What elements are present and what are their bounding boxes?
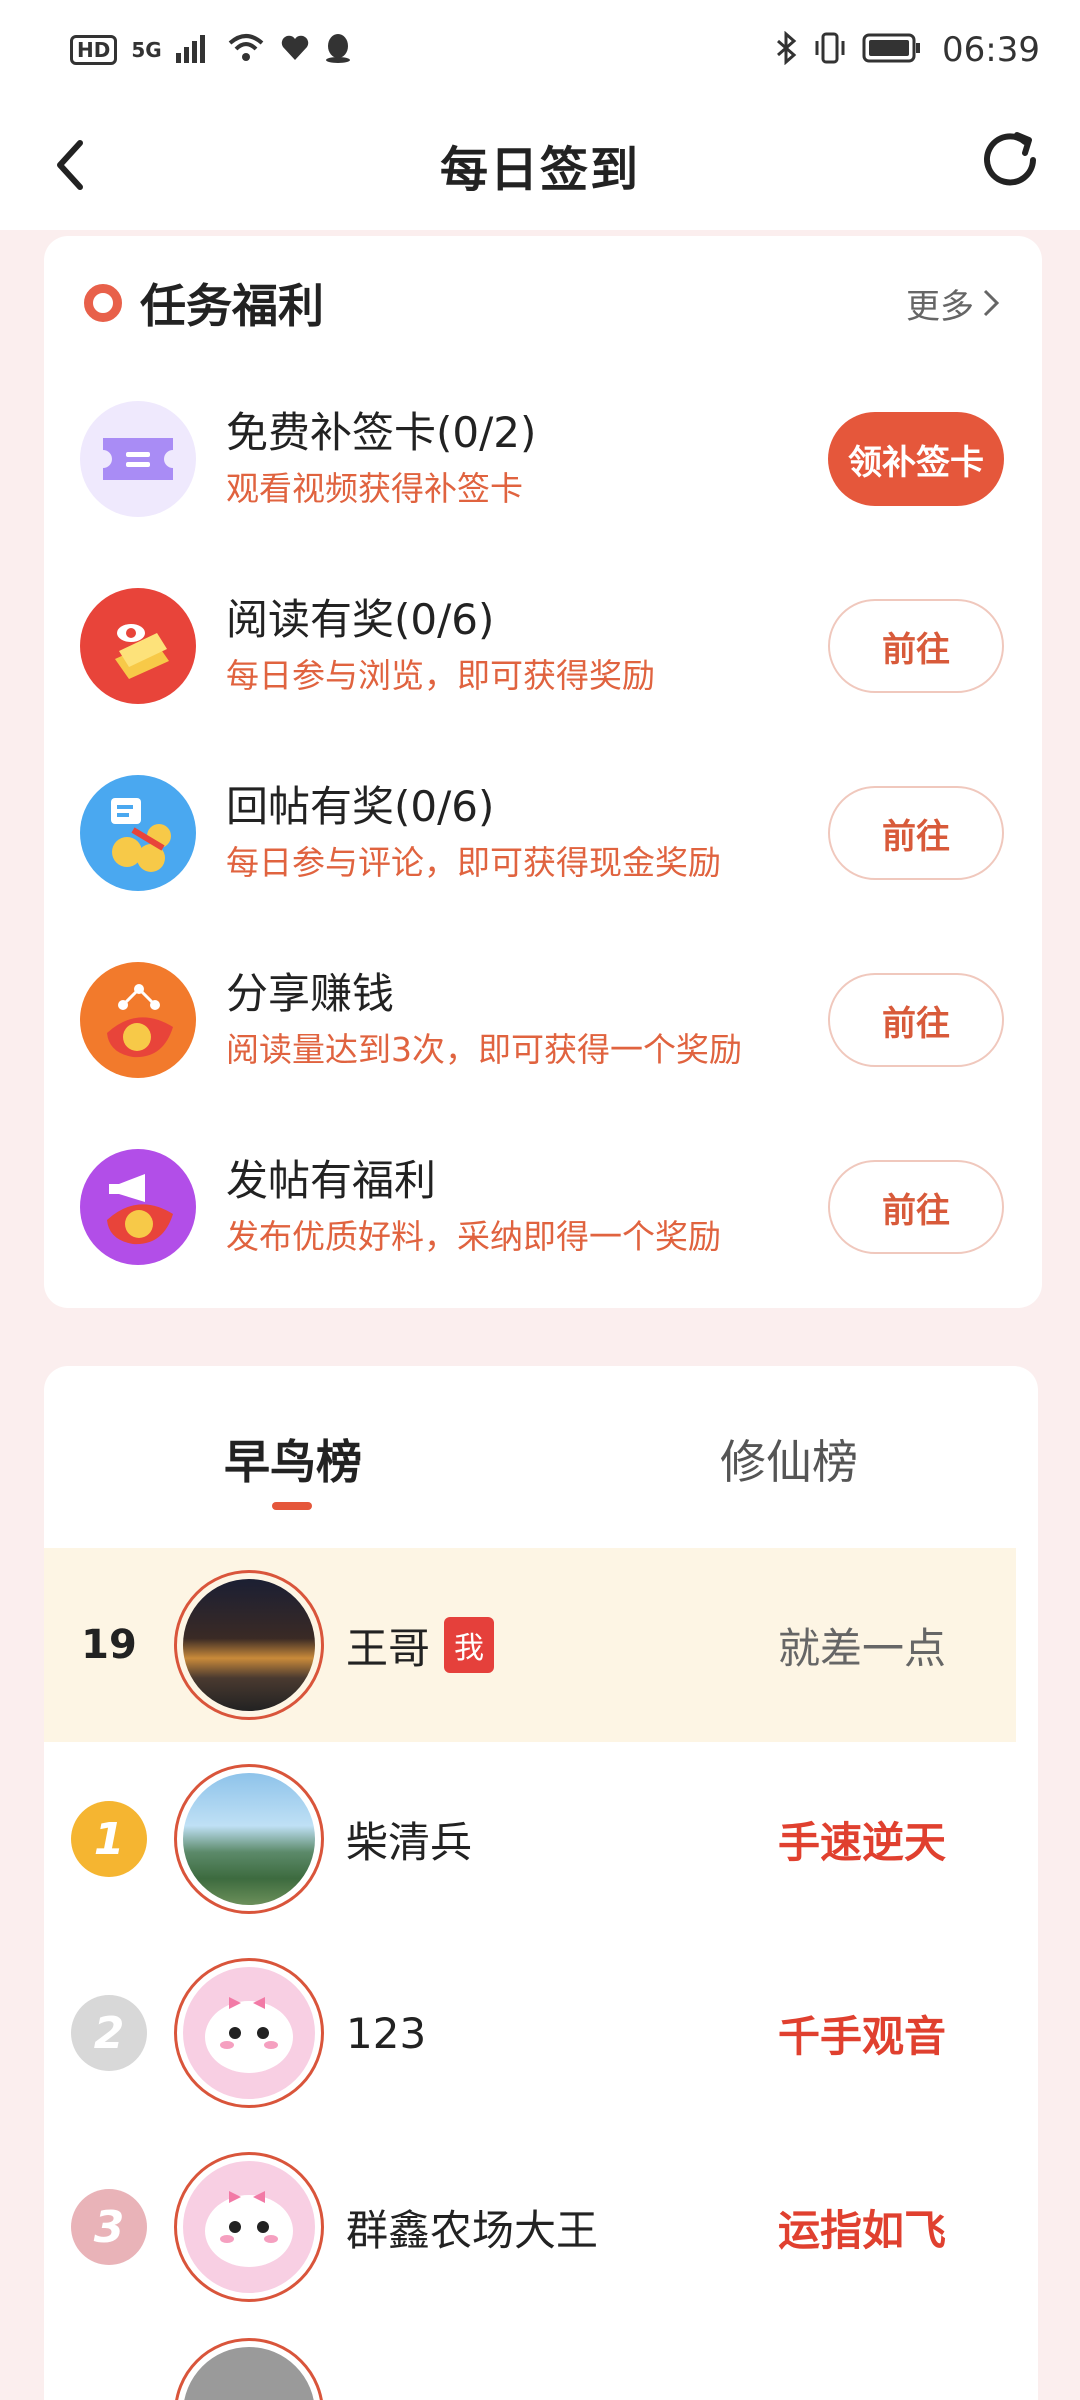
- task-item-post: 发帖有福利 发布优质好料，采纳即得一个奖励 前往: [80, 1142, 1004, 1272]
- refresh-button[interactable]: [970, 120, 1050, 200]
- my-rank-row: 19 王哥 我 就差一点: [44, 1548, 1016, 1742]
- rank-status: 运指如飞: [777, 2205, 946, 2255]
- task-text: 分享赚钱 阅读量达到3次，即可获得一个奖励: [226, 966, 828, 1074]
- task-title: 发帖有福利: [226, 1156, 437, 1205]
- rank-status: 千手观音: [777, 2011, 946, 2061]
- task-subtitle: 发布优质好料，采纳即得一个奖励: [226, 1217, 721, 1256]
- read-icon: [80, 588, 196, 704]
- share-icon: [80, 962, 196, 1078]
- rank-name: 柴清兵: [346, 1809, 472, 1870]
- qq-icon: [324, 32, 352, 68]
- me-badge: 我: [444, 1617, 495, 1673]
- silver-medal-icon: 2: [71, 1995, 147, 2071]
- ranking-card: 早鸟榜 修仙榜 19 王哥 我 就差一点 1 柴清兵 手速逆天 2 123 千手…: [44, 1366, 1038, 2400]
- tab-indicator: [272, 1502, 312, 1510]
- task-item-read: 阅读有奖(0/6) 每日参与浏览，即可获得奖励 前往: [80, 581, 1004, 711]
- task-item-share: 分享赚钱 阅读量达到3次，即可获得一个奖励 前往: [80, 955, 1004, 1085]
- task-text: 阅读有奖(0/6) 每日参与浏览，即可获得奖励: [226, 592, 828, 700]
- rank-medal-cell: 2: [44, 1995, 174, 2071]
- task-subtitle: 阅读量达到3次，即可获得一个奖励: [226, 1030, 742, 1069]
- go-button[interactable]: 前往: [828, 599, 1004, 693]
- task-title: 阅读有奖(0/6): [226, 595, 495, 644]
- back-button[interactable]: [30, 125, 110, 205]
- avatar[interactable]: [174, 1764, 324, 1914]
- avatar-image: [183, 2161, 315, 2293]
- avatar-image: [183, 1967, 315, 2099]
- avatar-image: [183, 1579, 315, 1711]
- rank-row: 1 柴清兵 手速逆天: [44, 1742, 1016, 1936]
- vibrate-icon: [812, 31, 848, 69]
- go-button[interactable]: 前往: [828, 1160, 1004, 1254]
- post-icon: [80, 1149, 196, 1265]
- rank-medal-cell: 3: [44, 2189, 174, 2265]
- signal-bars-icon: [175, 33, 212, 67]
- chevron-right-icon: [983, 289, 1000, 317]
- rank-name: 群鑫农场大王: [346, 2197, 598, 2258]
- avatar[interactable]: [174, 1570, 324, 1720]
- avatar[interactable]: [174, 1958, 324, 2108]
- rank-number: 19: [81, 1622, 137, 1668]
- go-button[interactable]: 前往: [828, 786, 1004, 880]
- network-type-label: 5G: [131, 38, 162, 62]
- task-text: 发帖有福利 发布优质好料，采纳即得一个奖励: [226, 1153, 828, 1261]
- user-name: 柴清兵: [346, 1817, 473, 1867]
- rank-row: 3 群鑫农场大王 运指如飞: [44, 2130, 1016, 2324]
- user-name: 王哥: [346, 1623, 431, 1673]
- ranking-tabs: 早鸟榜 修仙榜: [44, 1366, 1038, 1546]
- hd-icon: HD: [70, 35, 118, 65]
- task-title: 免费补签卡(0/2): [226, 408, 537, 457]
- user-name: 群鑫农场大王: [346, 2205, 599, 2255]
- page-title: 每日签到: [439, 142, 640, 198]
- status-right: 06:39: [774, 30, 1040, 70]
- ticket-icon: [80, 401, 196, 517]
- tasks-header: 任务福利 更多: [84, 268, 1002, 338]
- chevron-left-icon: [57, 140, 83, 190]
- task-item-makeup-card: 免费补签卡(0/2) 观看视频获得补签卡 领补签卡: [80, 394, 1004, 524]
- battery-icon: [862, 32, 922, 68]
- rank-status: 手速逆天: [777, 1817, 946, 1867]
- status-bar: HD 5G 06:39: [0, 0, 1080, 100]
- more-link[interactable]: 更多: [906, 279, 1002, 328]
- rank-name: 王哥 我: [346, 1615, 495, 1676]
- clock: 06:39: [942, 30, 1040, 70]
- nav-bar: 每日签到: [0, 100, 1080, 230]
- heart-icon: [280, 33, 310, 67]
- bronze-medal-icon: 3: [71, 2189, 147, 2265]
- wifi-icon: [226, 33, 266, 67]
- tab-early-bird[interactable]: 早鸟榜: [224, 1426, 362, 1492]
- rank-row: 2 123 千手观音: [44, 1936, 1016, 2130]
- tab-cultivation[interactable]: 修仙榜: [720, 1426, 858, 1492]
- signal-icon: 5G: [131, 38, 162, 62]
- rank-row-partial: [44, 2324, 1016, 2400]
- task-title: 回帖有奖(0/6): [226, 782, 495, 831]
- go-button[interactable]: 前往: [828, 973, 1004, 1067]
- rank-medal-cell: 1: [44, 1801, 174, 1877]
- task-text: 免费补签卡(0/2) 观看视频获得补签卡: [226, 405, 828, 513]
- rank-status: 就差一点: [777, 1623, 946, 1673]
- task-subtitle: 每日参与评论，即可获得现金奖励: [226, 843, 721, 882]
- avatar-image: [183, 2347, 315, 2400]
- refresh-icon: [984, 132, 1036, 186]
- avatar[interactable]: [174, 2338, 324, 2400]
- gold-medal-icon: 1: [71, 1801, 147, 1877]
- user-name: 123: [346, 2008, 427, 2058]
- rank-name: 123: [346, 2009, 426, 2058]
- tasks-card: 任务福利 更多 免费补签卡(0/2) 观看视频获得补签卡 领补签卡 阅读有奖(0…: [44, 236, 1042, 1308]
- task-subtitle: 观看视频获得补签卡: [226, 469, 523, 508]
- bluetooth-icon: [774, 30, 798, 69]
- tasks-title: 任务福利: [140, 279, 324, 333]
- avatar[interactable]: [174, 2152, 324, 2302]
- more-label: 更多: [906, 286, 974, 327]
- status-left: HD 5G: [70, 32, 352, 68]
- task-subtitle: 每日参与浏览，即可获得奖励: [226, 656, 655, 695]
- claim-makeup-card-button[interactable]: 领补签卡: [828, 412, 1004, 506]
- reply-icon: [80, 775, 196, 891]
- avatar-image: [183, 1773, 315, 1905]
- section-dot-icon: [84, 284, 122, 322]
- task-title: 分享赚钱: [226, 969, 395, 1018]
- task-item-reply: 回帖有奖(0/6) 每日参与评论，即可获得现金奖励 前往: [80, 768, 1004, 898]
- task-text: 回帖有奖(0/6) 每日参与评论，即可获得现金奖励: [226, 779, 828, 887]
